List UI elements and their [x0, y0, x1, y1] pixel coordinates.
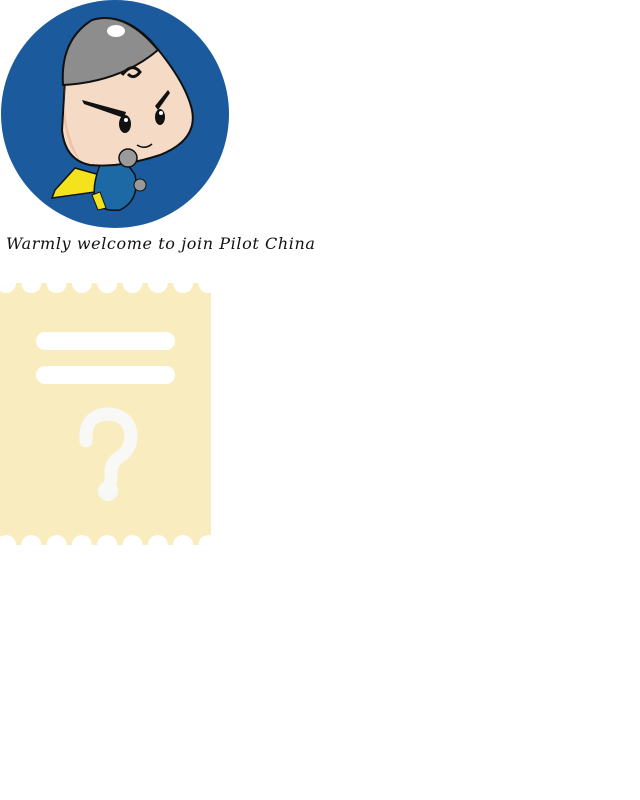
placeholder-line — [36, 332, 175, 350]
welcome-text: Warmly welcome to join Pilot China — [6, 234, 316, 253]
placeholder-line — [36, 366, 175, 384]
page: Warmly welcome to join Pilot China — [0, 0, 640, 800]
empty-ticket-icon — [0, 280, 212, 548]
mascot-illustration — [1, 0, 229, 228]
